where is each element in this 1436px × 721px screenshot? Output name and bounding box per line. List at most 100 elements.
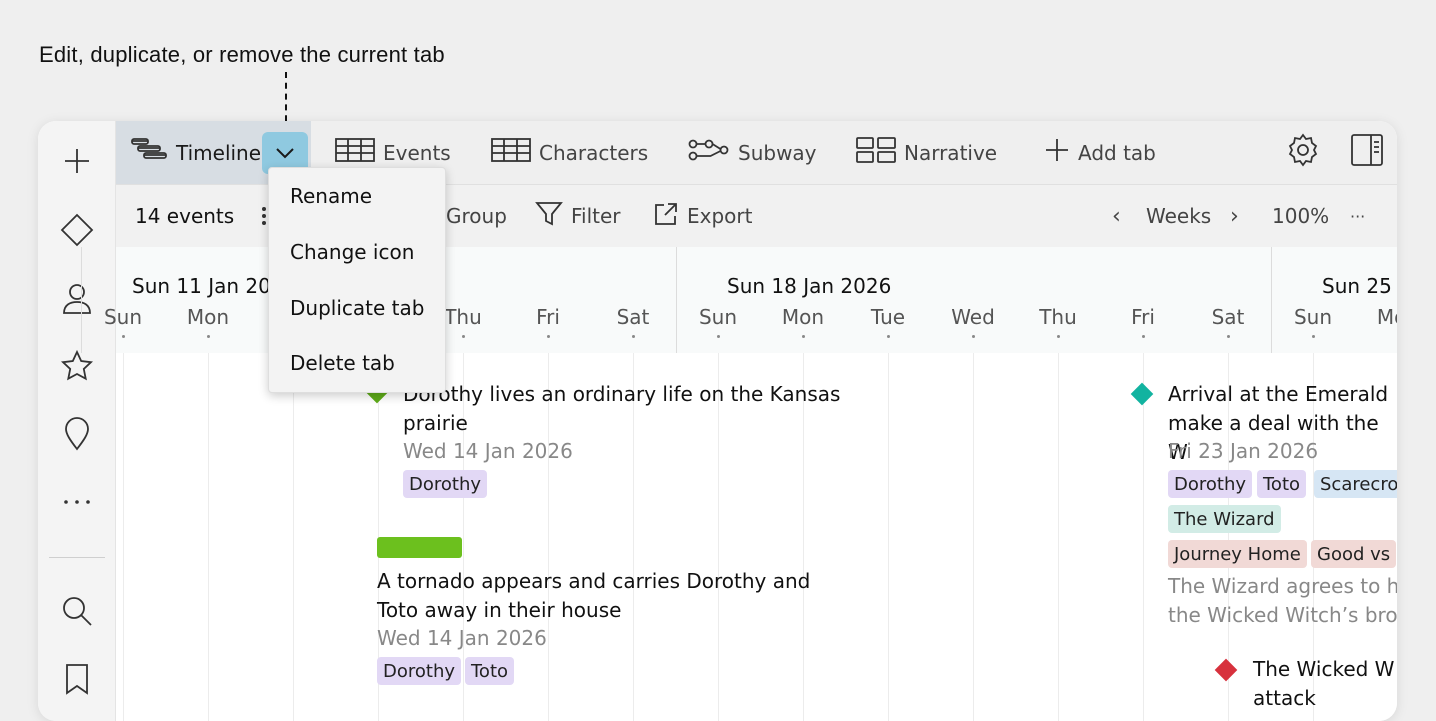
zoom-level[interactable]: 100% [1272,185,1329,247]
more-options-button[interactable]: ··· [1350,185,1365,247]
export-button[interactable]: Export [653,185,752,247]
export-label: Export [687,204,753,228]
star-icon[interactable] [59,348,95,384]
plus-icon [1044,137,1070,168]
person-icon[interactable] [59,280,95,316]
scale-next-button[interactable]: › [1230,185,1239,247]
plus-icon[interactable] [59,143,95,179]
day-grid-line [1058,353,1059,721]
tag-chip[interactable]: Dorothy [1168,470,1253,498]
day-label: Sun [103,305,143,329]
day-tick [887,335,890,338]
day-tick [717,335,720,338]
tab-label: Characters [539,140,649,165]
scale-label[interactable]: Weeks [1146,185,1211,247]
day-label: Wed [951,305,995,329]
add-tab-button[interactable]: Add tab [1044,121,1156,184]
tab-characters[interactable]: Characters [491,121,648,184]
tag-chip[interactable]: Good vs [1311,540,1397,568]
tag-chip[interactable]: Toto [1257,470,1307,498]
day-label: Thu [1039,305,1077,329]
day-label: Sat [1211,305,1245,329]
day-tick [1227,335,1230,338]
tab-subway[interactable]: Subway [688,121,817,184]
tab-narrative[interactable]: Narrative [856,121,997,184]
menu-item-change-icon[interactable]: Change icon [290,240,414,264]
tag-chip[interactable]: The Wizard [1168,505,1281,533]
app-window: Timeline Events Characters Subway Narrat… [38,121,1397,721]
timeline-icon [130,137,168,168]
bookmark-icon[interactable] [59,661,95,697]
narrative-icon [856,136,896,169]
menu-item-duplicate-tab[interactable]: Duplicate tab [290,296,424,320]
day-grid-line [973,353,974,721]
day-label: Sat [616,305,650,329]
event-title[interactable]: Dorothy lives an ordinary life on the Ka… [403,380,840,438]
day-tick [972,335,975,338]
filter-label: Filter [571,204,621,228]
event-count: 14 events [135,204,235,228]
chevron-down-icon [275,144,295,163]
day-grid-line [208,353,209,721]
more-icon[interactable] [59,484,95,520]
day-tick [1312,335,1315,338]
week-separator [676,247,677,353]
search-icon[interactable] [59,593,95,629]
tag-chip[interactable]: Journey Home [1168,540,1307,568]
tag-chip[interactable]: Scarecro [1314,470,1397,498]
day-tick [632,335,635,338]
group-button[interactable]: Group [446,185,507,247]
event-date: Wed 14 Jan 2026 [377,626,547,650]
week-label: Sun 25 Jan 2026 [1322,274,1397,298]
sidebar-divider [49,557,105,558]
pin-icon[interactable] [59,416,95,452]
day-tick [1057,335,1060,338]
menu-item-delete-tab[interactable]: Delete tab [290,351,395,375]
day-label: Sun [1293,305,1333,329]
event-duration-bar[interactable] [377,537,462,558]
tab-options-menu: Rename Change icon Duplicate tab Delete … [268,167,446,393]
day-label: Mon [781,305,825,329]
filter-icon [535,201,563,232]
day-grid-line [1143,353,1144,721]
day-tick [802,335,805,338]
tag-chip[interactable]: Dorothy [403,470,488,498]
diamond-icon[interactable] [59,212,95,248]
day-label: Fri [1131,305,1155,329]
tab-label: Add tab [1078,140,1156,165]
drag-handle-icon[interactable] [260,185,268,247]
left-sidebar [38,121,116,721]
day-tick [547,335,550,338]
settings-button[interactable] [1286,121,1320,184]
tag-chip[interactable]: Dorothy [377,657,462,685]
event-marker[interactable] [1130,382,1154,406]
day-tick [1142,335,1145,338]
subway-icon [688,137,730,168]
event-date: Wed 14 Jan 2026 [403,439,573,463]
event-title[interactable]: The Wicked W attack [1253,655,1394,713]
table-icon [491,137,531,168]
day-label: Tue [870,305,906,329]
tab-label: Timeline [176,140,262,165]
day-tick [207,335,210,338]
day-label: Mon [1376,305,1397,329]
tab-label: Subway [738,140,817,165]
day-label: Fri [536,305,560,329]
day-grid-line [888,353,889,721]
menu-item-rename[interactable]: Rename [290,184,372,208]
week-separator [81,247,82,353]
tag-chip[interactable]: Toto [465,657,515,685]
day-label: Mon [186,305,230,329]
week-label: Sun 18 Jan 2026 [727,274,892,298]
sidebar-panel-icon [1350,133,1384,172]
gear-icon [1286,133,1320,172]
day-tick [122,335,125,338]
tab-label: Narrative [904,140,998,165]
tab-label: Events [383,140,451,165]
scale-prev-button[interactable]: ‹ [1112,185,1121,247]
filter-button[interactable]: Filter [535,185,621,247]
day-tick [462,335,465,338]
panel-toggle-button[interactable] [1350,121,1384,184]
event-marker[interactable] [1214,658,1238,682]
event-title[interactable]: A tornado appears and carries Dorothy an… [377,567,810,625]
